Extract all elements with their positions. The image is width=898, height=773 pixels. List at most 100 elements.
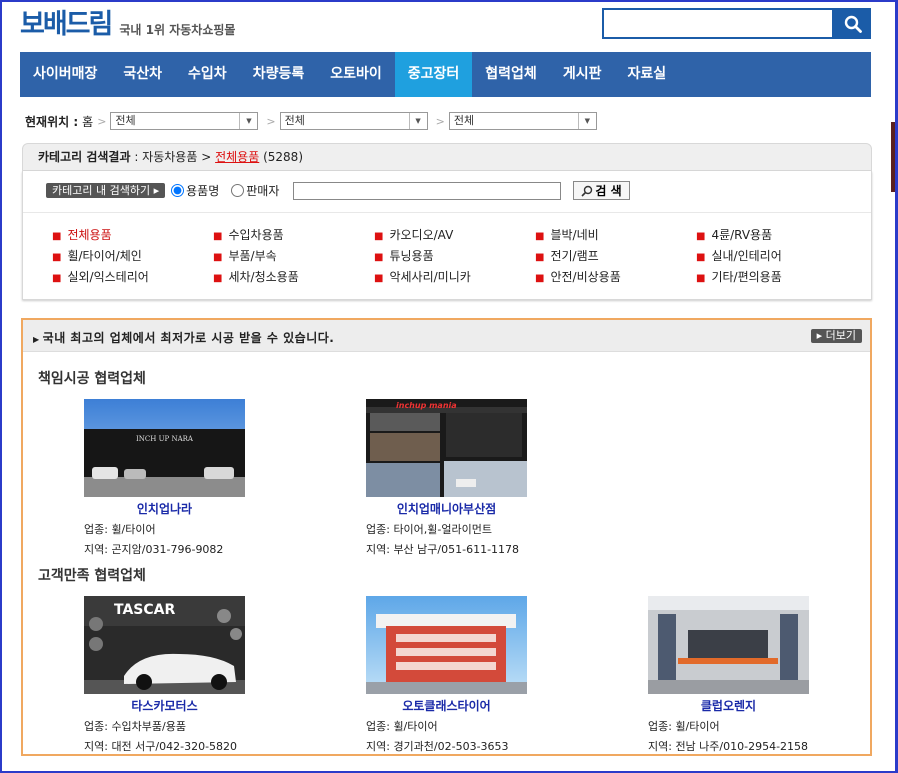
partner-name[interactable]: 인치업매니아부산점 xyxy=(366,500,527,517)
category-item[interactable]: ■ 4륜/RV용품 xyxy=(696,226,857,243)
category-item[interactable]: ■ 수입차용품 xyxy=(213,226,374,243)
site-search-input[interactable] xyxy=(602,8,834,39)
chevron-right-icon: > xyxy=(435,114,445,128)
partner-card: inchup mania 인치업매니아부산점 업종: 타이어,휠-얼라이먼트 지… xyxy=(366,399,606,557)
category-item[interactable]: ■ 휠/타이어/체인 xyxy=(52,247,213,264)
partner-title: ▶ 국내 최고의 업체에서 최저가로 시공 받을 수 있습니다. xyxy=(33,331,335,345)
logo-tagline: 국내 1위 자동차쇼핑몰 xyxy=(119,23,236,37)
category-count: (5288) xyxy=(263,150,303,164)
category-item[interactable]: ■ 튜닝용품 xyxy=(374,247,535,264)
partner-card: 오토클래스타이어 업종: 휠/타이어 지역: 경기과천/02-503-3653 xyxy=(366,596,606,754)
partner-area: 지역: 경기과천/02-503-3653 xyxy=(366,740,509,753)
partner-name[interactable]: 클럽오렌지 xyxy=(648,697,809,714)
partner-area: 지역: 곤지암/031-796-9082 xyxy=(84,543,224,556)
partner-area: 지역: 전남 나주/010-2954-2158 xyxy=(648,740,809,753)
partner-card: INCH UP NARA 인치업나라 업종: 휠/타이어 지역: 곤지암/031… xyxy=(84,399,324,557)
radio-product-label: 용품명 xyxy=(186,184,220,198)
category-item[interactable]: ■ 안전/비상용품 xyxy=(535,268,696,285)
magnifier-icon xyxy=(581,185,593,197)
nav-car-registration[interactable]: 차량등록 xyxy=(240,52,318,97)
category-search-input[interactable] xyxy=(293,181,562,200)
radio-seller-label: 판매자 xyxy=(246,184,280,198)
category-item[interactable]: ■ 부품/부속 xyxy=(213,247,374,264)
category-select-2[interactable]: 전체 ▼ xyxy=(279,112,428,130)
chevron-right-icon: > xyxy=(266,114,276,128)
radio-seller-input[interactable] xyxy=(231,184,245,197)
location-home[interactable]: 홈 xyxy=(82,113,93,130)
category-item[interactable]: ■ 카오디오/AV xyxy=(374,226,535,243)
category-current[interactable]: 전체용품 xyxy=(215,150,259,164)
search-button-label: 검 색 xyxy=(595,184,622,198)
category-list: ■ 전체용품 ■ 수입차용품 ■ 카오디오/AV ■ 블박/네비 ■ 4륜/RV용품 ■ 휠… xyxy=(52,226,862,285)
in-search-label: 카테고리 내 검색하기 ▸ xyxy=(46,183,166,198)
partner-photo[interactable]: INCH UP NARA xyxy=(84,399,245,497)
category-result-header: 카테고리 검색결과 : 자동차용품 > 전체용품 (5288) xyxy=(22,143,872,171)
category-item[interactable]: ■ 기타/편의용품 xyxy=(696,268,857,285)
search-icon xyxy=(844,15,862,33)
partner-name[interactable]: 타스카모터스 xyxy=(84,697,245,714)
radio-seller[interactable]: 판매자 xyxy=(231,182,279,199)
nav-cyber-store[interactable]: 사이버매장 xyxy=(20,52,110,97)
select-value: 전체 xyxy=(284,114,305,127)
chevron-right-icon: > xyxy=(97,114,107,128)
select-value: 전체 xyxy=(453,114,475,127)
partner-type: 업종: 수입차부품/용품 xyxy=(84,720,186,733)
partner-sign: inchup mania xyxy=(396,401,457,410)
radio-product-name[interactable]: 용품명 xyxy=(171,182,219,199)
partner-type: 업종: 휠/타이어 xyxy=(648,720,720,733)
nav-archive[interactable]: 자료실 xyxy=(614,52,679,97)
category-item[interactable]: ■ 악세사리/미니카 xyxy=(374,268,535,285)
partner-area: 지역: 대전 서구/042-320-5820 xyxy=(84,740,238,753)
partner-photo[interactable] xyxy=(648,596,809,694)
nav-board[interactable]: 게시판 xyxy=(550,52,615,97)
category-in-search: 카테고리 내 검색하기 ▸ 용품명 판매자 검 색 xyxy=(46,181,630,200)
category-item[interactable]: ■ 전기/램프 xyxy=(535,247,696,264)
category-item[interactable]: ■ 전체용품 xyxy=(52,226,213,243)
partner-panel: ▶ 국내 최고의 업체에서 최저가로 시공 받을 수 있습니다. ▸ 더보기 책임… xyxy=(21,318,872,756)
triangle-right-icon: ▶ xyxy=(33,335,40,344)
partner-card: TASCAR 타스카모터스 업종: 수입차부품/용품 지역: 대전 서구/042… xyxy=(84,596,324,754)
partner-card: 클럽오렌지 업종: 휠/타이어 지역: 전남 나주/010-2954-2158 xyxy=(648,596,888,754)
more-button[interactable]: ▸ 더보기 xyxy=(810,329,862,343)
radio-product-input[interactable] xyxy=(171,184,185,197)
partner-sign: TASCAR xyxy=(114,602,176,618)
partner-name[interactable]: 인치업나라 xyxy=(84,500,245,517)
location-label: 현재위치 : xyxy=(25,114,79,129)
partner-name[interactable]: 오토클래스타이어 xyxy=(366,697,527,714)
site-search-button[interactable] xyxy=(834,8,871,39)
partner-header: ▶ 국내 최고의 업체에서 최저가로 시공 받을 수 있습니다. ▸ 더보기 xyxy=(23,320,870,352)
chevron-down-icon: ▼ xyxy=(239,113,257,129)
category-path: : 자동차용품 > xyxy=(134,150,212,164)
chevron-down-icon: ▼ xyxy=(577,113,596,129)
category-search-button[interactable]: 검 색 xyxy=(573,181,630,200)
chevron-down-icon: ▼ xyxy=(408,113,427,129)
site-logo[interactable]: 보배드림 국내 1위 자동차쇼핑몰 xyxy=(20,10,235,40)
category-select-3[interactable]: 전체 ▼ xyxy=(448,112,597,130)
nav-motorcycle[interactable]: 오토바이 xyxy=(317,52,395,97)
nav-imported-cars[interactable]: 수입차 xyxy=(175,52,240,97)
category-item[interactable]: ■ 실내/인테리어 xyxy=(696,247,857,264)
side-strip xyxy=(891,122,895,192)
partner-type: 업종: 휠/타이어 xyxy=(84,523,156,536)
nav-partners[interactable]: 협력업체 xyxy=(472,52,550,97)
section-title: 고객만족 협력업체 xyxy=(38,568,146,584)
select-value: 전체 xyxy=(115,114,136,127)
category-select-1[interactable]: 전체 ▼ xyxy=(110,112,259,130)
breadcrumb: 현재위치 : 홈 > 전체 ▼ > 전체 ▼ > 전체 ▼ xyxy=(25,112,597,130)
partner-sign: INCH UP NARA xyxy=(136,435,193,443)
nav-domestic-cars[interactable]: 국산차 xyxy=(110,52,175,97)
section-title: 책임시공 협력업체 xyxy=(38,371,146,387)
logo-text: 보배드림 xyxy=(20,9,113,40)
partner-photo[interactable] xyxy=(366,596,527,694)
partner-type: 업종: 타이어,휠-얼라이먼트 xyxy=(366,523,492,536)
category-panel: 카테고리 내 검색하기 ▸ 용품명 판매자 검 색 ■ 전체용품 ■ 수입차용품 ■… xyxy=(22,171,872,300)
category-item[interactable]: ■ 블박/네비 xyxy=(535,226,696,243)
main-nav: 사이버매장 국산차 수입차 차량등록 오토바이 중고장터 협력업체 게시판 자료… xyxy=(20,52,871,97)
category-result-label: 카테고리 검색결과 xyxy=(38,150,131,164)
nav-used-market[interactable]: 중고장터 xyxy=(394,52,473,97)
partner-photo[interactable]: TASCAR xyxy=(84,596,245,694)
category-item[interactable]: ■ 실외/익스테리어 xyxy=(52,268,213,285)
category-item[interactable]: ■ 세차/청소용품 xyxy=(213,268,374,285)
partner-photo[interactable]: inchup mania xyxy=(366,399,527,497)
partner-area: 지역: 부산 남구/051-611-1178 xyxy=(366,543,520,556)
